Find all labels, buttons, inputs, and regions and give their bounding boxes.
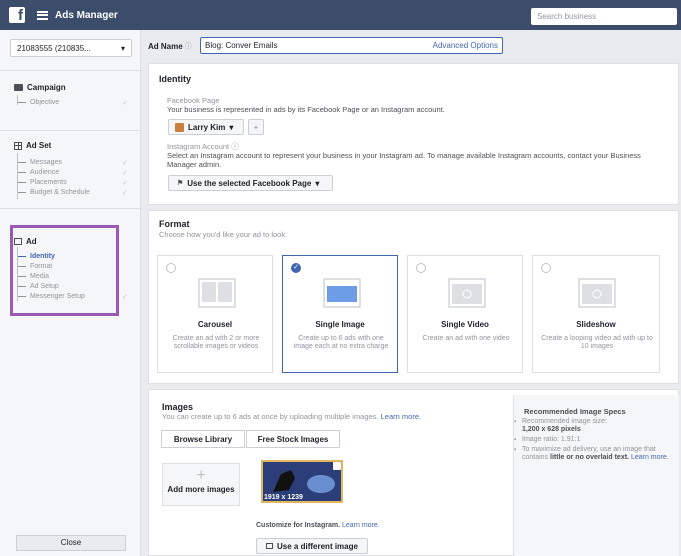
facebook-page-label: Facebook Page: [167, 96, 220, 105]
instagram-select[interactable]: ⚑ Use the selected Facebook Page ▾: [168, 175, 333, 191]
check-icon: ✓: [122, 160, 128, 167]
sidebar-item-budget[interactable]: Budget & Schedule: [18, 189, 90, 196]
format-card-single-video[interactable]: Single Video Create an ad with one video: [407, 255, 523, 373]
info-icon[interactable]: ⓘ: [185, 41, 192, 51]
image-icon: [266, 543, 274, 549]
ads-manager-window: f Ads Manager Search business 21083555 (…: [0, 0, 681, 556]
sidebar-item-placements[interactable]: Placements: [18, 179, 67, 186]
check-icon: ✓: [122, 190, 128, 197]
format-card-slideshow[interactable]: Slideshow Create a looping video ad with…: [532, 255, 660, 373]
card-name: Carousel: [197, 320, 233, 329]
add-page-button[interactable]: +: [248, 119, 264, 135]
card-desc: Create an ad with 2 or more scrollable i…: [172, 335, 260, 350]
page-selector[interactable]: Larry Kim ▾: [168, 119, 244, 135]
specs-title: Recommended Image Specs: [524, 407, 626, 416]
radio-slideshow[interactable]: [541, 263, 551, 273]
slideshow-icon: [578, 276, 616, 310]
format-title: Format: [159, 219, 190, 229]
card-name: Slideshow: [576, 320, 616, 329]
account-label: 21083555 (210835...: [17, 44, 91, 53]
card-desc: Create up to 6 ads with one image each a…: [293, 335, 389, 350]
card-desc: Create an ad with one video: [422, 335, 510, 342]
close-button[interactable]: Close: [16, 535, 126, 551]
ad-name-label: Ad Name: [148, 41, 183, 51]
top-bar: f Ads Manager Search business: [0, 0, 681, 30]
recommended-specs: Recommended Image Specs Recommended imag…: [513, 395, 679, 556]
images-desc: You can create up to 6 ads at once by up…: [162, 412, 422, 421]
format-subtitle: Choose how you'd like your ad to look.: [159, 230, 288, 239]
spec-overlay: To maximize ad delivery, use an image th…: [514, 446, 674, 462]
chevron-down-icon: ▾: [120, 44, 125, 53]
check-icon: ✓: [122, 100, 128, 107]
search-input[interactable]: Search business: [531, 8, 677, 25]
customize-instagram: Customize for Instagram. Learn more.: [256, 522, 380, 529]
info-icon[interactable]: ⓘ: [231, 142, 239, 151]
account-selector[interactable]: 21083555 (210835... ▾: [10, 39, 132, 57]
sidebar-item-messages[interactable]: Messages: [18, 159, 62, 166]
adset-section: Ad Set Messages Audience Placements Budg…: [0, 130, 141, 220]
format-card-single-image[interactable]: ✓ Single Image Create up to 6 ads with o…: [282, 255, 398, 373]
add-more-label: Add more images: [167, 485, 235, 494]
radio-carousel[interactable]: [166, 263, 176, 273]
chevron-down-icon: ▾: [229, 122, 234, 132]
use-different-image-button[interactable]: Use a different image: [256, 538, 368, 554]
campaign-title[interactable]: Campaign: [14, 83, 66, 92]
card-desc: Create a looping video ad with up to 10 …: [541, 335, 653, 350]
format-card-carousel[interactable]: Carousel Create an ad with 2 or more scr…: [157, 255, 273, 373]
avatar: [175, 122, 184, 132]
menu-icon[interactable]: [37, 10, 48, 20]
radio-single-video[interactable]: [416, 263, 426, 273]
instagram-account-label: Instagram Account ⓘ: [167, 142, 239, 151]
spec-size: Recommended image size:1,200 x 628 pixel…: [514, 418, 674, 434]
identity-title: Identity: [159, 74, 192, 84]
highlight-box: [10, 225, 119, 316]
check-icon: ✓: [122, 170, 128, 177]
flag-icon: ⚑: [177, 180, 184, 187]
sidebar-item-audience[interactable]: Audience: [18, 169, 59, 176]
app-title: Ads Manager: [55, 9, 118, 21]
ad-name-row: Ad Name ⓘ: [148, 38, 192, 54]
card-name: Single Video: [441, 320, 489, 329]
add-more-images-button[interactable]: + Add more images: [162, 463, 240, 506]
ad-name-value: Blog: Conver Emails: [205, 41, 278, 50]
ad-name-input[interactable]: Blog: Conver Emails Advanced Options: [200, 37, 503, 54]
identity-panel: Identity Facebook Page Your business is …: [148, 63, 679, 205]
carousel-icon: [198, 276, 236, 310]
edit-icon[interactable]: [333, 462, 341, 470]
chevron-down-icon: ▾: [315, 178, 320, 188]
facebook-page-desc: Your business is represented in ads by i…: [167, 105, 445, 114]
check-icon: ✓: [122, 294, 128, 301]
learn-more-link[interactable]: Learn more.: [342, 522, 380, 529]
plus-icon: +: [196, 467, 206, 484]
radio-single-image[interactable]: ✓: [291, 263, 301, 273]
image-dimensions: 1919 x 1239: [264, 494, 303, 501]
spec-ratio: Image ratio: 1.91:1: [514, 436, 674, 444]
tab-free-stock-images[interactable]: Free Stock Images: [246, 430, 340, 448]
tab-browse-library[interactable]: Browse Library: [161, 430, 245, 448]
check-icon: ✓: [122, 180, 128, 187]
uploaded-image[interactable]: 1919 x 1239: [261, 460, 343, 503]
folder-icon: [14, 84, 23, 91]
card-name: Single Image: [315, 320, 365, 329]
video-icon: [448, 276, 486, 310]
learn-more-link[interactable]: Learn more.: [381, 412, 421, 421]
advanced-options-link[interactable]: Advanced Options: [433, 41, 498, 50]
adset-title[interactable]: Ad Set: [14, 141, 51, 150]
facebook-logo-icon[interactable]: f: [9, 7, 25, 23]
grid-icon: [14, 141, 22, 150]
instagram-account-desc: Select an Instagram account to represent…: [167, 151, 641, 169]
sidebar-item-objective[interactable]: Objective: [18, 99, 59, 106]
single-image-icon: [323, 276, 361, 310]
images-title: Images: [162, 402, 194, 412]
